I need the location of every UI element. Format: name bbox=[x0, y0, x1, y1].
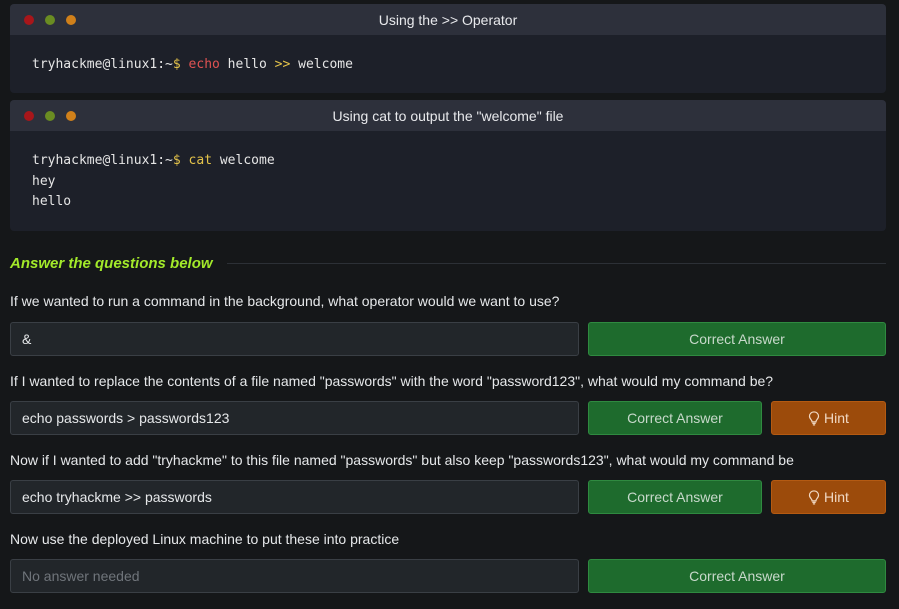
close-dot-icon bbox=[24, 15, 34, 25]
terminal-title-bar: Using cat to output the "welcome" file bbox=[10, 100, 886, 131]
terminal-body: tryhackme@linux1:~$ cat welcome hey hell… bbox=[10, 131, 886, 213]
hint-label: Hint bbox=[824, 410, 849, 426]
answer-input-4[interactable]: No answer needed bbox=[10, 559, 579, 593]
correct-answer-button-2[interactable]: Correct Answer bbox=[588, 401, 762, 435]
terminal-prompt: tryhackme@linux1:~ bbox=[32, 57, 173, 72]
terminal-title: Using the >> Operator bbox=[378, 11, 518, 28]
window-controls bbox=[24, 111, 87, 121]
answer-input-3[interactable]: echo tryhackme >> passwords bbox=[10, 480, 579, 514]
lightbulb-icon bbox=[808, 410, 820, 425]
hint-button-2[interactable]: Hint bbox=[771, 401, 886, 435]
terminal-title-bar: Using the >> Operator bbox=[10, 4, 886, 35]
terminal-output-line: hey bbox=[32, 173, 56, 189]
maximize-dot-icon bbox=[66, 15, 76, 25]
command-args: hello bbox=[219, 57, 275, 72]
terminal-window-cat: Using cat to output the "welcome" file t… bbox=[10, 100, 886, 231]
command-keyword: cat bbox=[188, 153, 213, 168]
correct-answer-button-1[interactable]: Correct Answer bbox=[588, 322, 886, 356]
prompt-dollar: $ bbox=[172, 57, 181, 72]
terminal-command-line: tryhackme@linux1:~$ echo hello >> welcom… bbox=[32, 55, 864, 76]
terminal-body: tryhackme@linux1:~$ echo hello >> welcom… bbox=[10, 35, 886, 76]
hint-label: Hint bbox=[824, 489, 849, 505]
minimize-dot-icon bbox=[45, 111, 55, 121]
terminal-command-line: tryhackme@linux1:~$ cat welcome bbox=[32, 151, 864, 172]
terminal-prompt: tryhackme@linux1:~ bbox=[32, 153, 173, 168]
correct-answer-button-4[interactable]: Correct Answer bbox=[588, 559, 886, 593]
command-operator: >> bbox=[274, 57, 291, 72]
question-4-text: Now use the deployed Linux machine to pu… bbox=[10, 531, 400, 547]
question-1-text: If we wanted to run a command in the bac… bbox=[10, 293, 560, 309]
command-args: welcome bbox=[212, 153, 275, 168]
command-target: welcome bbox=[290, 57, 353, 72]
hint-button-3[interactable]: Hint bbox=[771, 480, 886, 514]
terminal-window-append: Using the >> Operator tryhackme@linux1:~… bbox=[10, 4, 886, 93]
section-title: Answer the questions below bbox=[10, 255, 213, 272]
prompt-dollar: $ bbox=[172, 153, 181, 168]
close-dot-icon bbox=[24, 111, 34, 121]
lightbulb-icon bbox=[808, 489, 820, 504]
questions-section-header: Answer the questions below bbox=[10, 255, 886, 272]
question-3-text: Now if I wanted to add "tryhackme" to th… bbox=[10, 452, 794, 468]
maximize-dot-icon bbox=[66, 111, 76, 121]
command-keyword: echo bbox=[188, 57, 220, 72]
section-divider bbox=[226, 263, 886, 264]
question-2-text: If I wanted to replace the contents of a… bbox=[10, 373, 774, 389]
minimize-dot-icon bbox=[45, 15, 55, 25]
window-controls bbox=[24, 15, 87, 25]
answer-input-1[interactable]: & bbox=[10, 322, 579, 356]
answer-input-2[interactable]: echo passwords > passwords123 bbox=[10, 401, 579, 435]
terminal-title: Using cat to output the "welcome" file bbox=[332, 107, 564, 124]
terminal-output-line: hello bbox=[32, 194, 72, 209]
correct-answer-button-3[interactable]: Correct Answer bbox=[588, 480, 762, 514]
